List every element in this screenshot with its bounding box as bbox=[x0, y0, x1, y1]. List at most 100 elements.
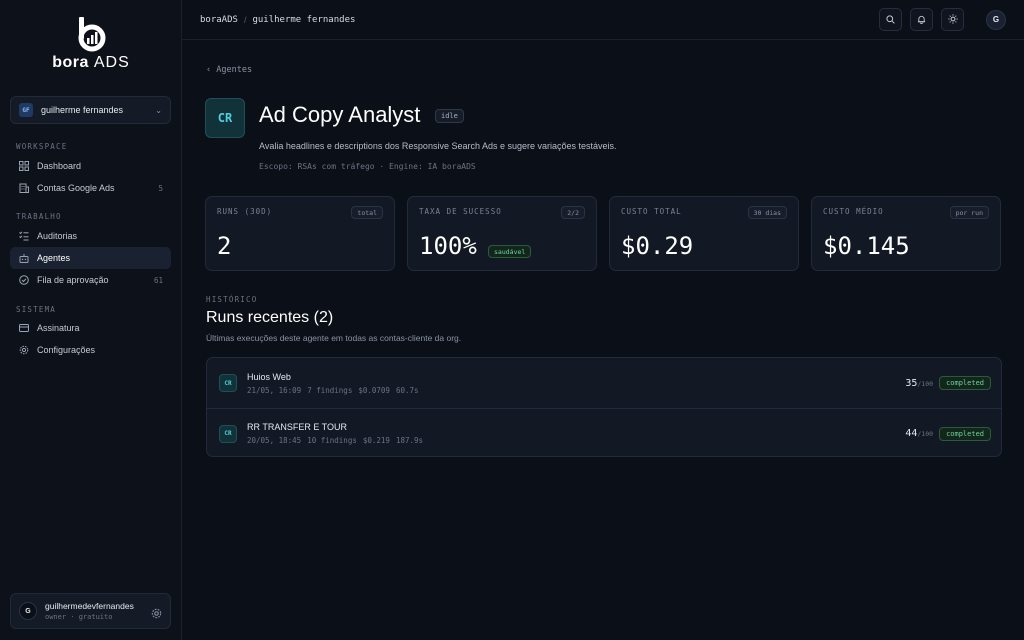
card-icon bbox=[18, 323, 29, 334]
run-findings: 10 findings bbox=[307, 436, 357, 445]
user-card[interactable]: G guilhermedevfernandes owner · gratuito bbox=[10, 593, 171, 629]
sidebar-item-fila-de-aprovacao[interactable]: Fila de aprovação 61 bbox=[10, 269, 171, 291]
stat-card-total-cost: CUSTO TOTAL 30 dias $0.29 bbox=[609, 196, 799, 271]
list-check-icon bbox=[18, 231, 29, 242]
stat-tag: 30 dias bbox=[747, 206, 787, 219]
agent-description: Avalia headlines e descriptions dos Resp… bbox=[259, 141, 617, 151]
sidebar-item-configuracoes[interactable]: Configurações bbox=[10, 339, 171, 361]
topbar-actions: G bbox=[871, 8, 1006, 31]
back-to-agents-link[interactable]: ‹ Agentes bbox=[206, 65, 252, 75]
chevron-down-icon: ⌄ bbox=[155, 105, 162, 115]
page-title: Ad Copy Analyst bbox=[259, 102, 421, 127]
notifications-button[interactable] bbox=[910, 8, 933, 31]
run-duration: 60.7s bbox=[395, 385, 419, 395]
user-name: guilhermedevfernandes bbox=[45, 601, 134, 611]
sidebar-item-dashboard[interactable]: Dashboard bbox=[10, 155, 171, 177]
sidebar-item-label: Assinatura bbox=[37, 323, 80, 333]
stat-value: 2 bbox=[217, 232, 232, 260]
sidebar-item-count: 5 bbox=[158, 183, 163, 193]
stat-tag: 2/2 bbox=[561, 206, 585, 219]
stat-card-success-rate: TAXA DE SUCESSO 2/2 100% saudável bbox=[407, 196, 597, 271]
sidebar-item-label: Agentes bbox=[37, 253, 71, 263]
stat-value: $0.29 bbox=[621, 232, 694, 260]
stat-value: 100% bbox=[419, 232, 477, 260]
sidebar: bora ADS GF guilherme fernandes ⌄ WORKSP… bbox=[0, 0, 182, 640]
bot-icon bbox=[18, 253, 29, 264]
settings-gear-icon[interactable] bbox=[151, 606, 162, 618]
sidebar-item-label: Dashboard bbox=[37, 161, 82, 171]
section-eyebrow: HISTÓRICO bbox=[206, 295, 258, 304]
org-avatar: GF bbox=[19, 103, 33, 117]
bell-icon bbox=[917, 11, 926, 29]
run-cost: $0.219 bbox=[362, 436, 390, 445]
sidebar-item-label: Configurações bbox=[37, 345, 96, 355]
run-date: 20/05, 18:45 bbox=[247, 436, 302, 445]
nav-section-trabalho: TRABALHO bbox=[16, 212, 62, 221]
brand-logo-text: bora ADS bbox=[52, 54, 130, 71]
grid-icon bbox=[18, 161, 29, 172]
run-meta: 21/05, 16:09 7 findings $0.0709 60.7s bbox=[247, 386, 905, 395]
health-badge: saudável bbox=[488, 245, 532, 258]
run-meta: 20/05, 18:45 10 findings $0.219 187.9s bbox=[247, 436, 905, 445]
run-date: 21/05, 16:09 bbox=[247, 385, 302, 395]
topbar: boraADS / guilherme fernandes G bbox=[182, 0, 1024, 40]
runs-list: CR Huios Web 21/05, 16:09 7 findings $0.07… bbox=[206, 357, 1002, 457]
section-subtitle: Últimas execuções deste agente em todas … bbox=[206, 333, 462, 343]
gear-icon bbox=[18, 345, 29, 356]
stat-tag: total bbox=[351, 206, 383, 219]
sidebar-item-auditorias[interactable]: Auditorias bbox=[10, 225, 171, 247]
stat-label: TAXA DE SUCESSO bbox=[419, 207, 502, 216]
section-title: Runs recentes (2) bbox=[206, 309, 334, 326]
run-info: Huios Web 21/05, 16:09 7 findings $0.0709 6… bbox=[247, 372, 905, 395]
run-badge: CR bbox=[219, 424, 237, 443]
search-icon bbox=[886, 11, 895, 29]
sidebar-item-agentes[interactable]: Agentes bbox=[10, 247, 171, 269]
run-score: 35/100 bbox=[905, 377, 934, 389]
brand-logo-mark-icon bbox=[78, 17, 106, 52]
run-duration: 187.9s bbox=[395, 436, 424, 445]
status-badge: idle bbox=[435, 109, 464, 123]
sidebar-item-count: 61 bbox=[153, 275, 163, 285]
agent-badge: CR bbox=[205, 98, 245, 138]
nav-section-sistema: SISTEMA bbox=[16, 305, 57, 314]
avatar[interactable]: G bbox=[986, 9, 1006, 30]
brand-logo[interactable]: bora ADS bbox=[0, 16, 182, 76]
run-name: RR TRANSFER E TOUR bbox=[247, 422, 348, 432]
run-info: RR TRANSFER E TOUR 20/05, 18:45 10 findin… bbox=[247, 422, 905, 445]
sidebar-item-label: Auditorias bbox=[37, 231, 78, 241]
stat-tag: por run bbox=[949, 206, 989, 219]
search-button[interactable] bbox=[879, 8, 902, 31]
user-info: guilhermedevfernandes owner · gratuito bbox=[45, 601, 151, 621]
run-row[interactable]: CR Huios Web 21/05, 16:09 7 findings $0.07… bbox=[207, 358, 1001, 408]
check-circle-icon bbox=[18, 275, 29, 286]
building-icon bbox=[18, 183, 29, 194]
sidebar-item-label: Contas Google Ads bbox=[37, 183, 115, 193]
agent-meta: Escopo: RSAs com tráfego · Engine: IA bo… bbox=[259, 162, 476, 171]
sidebar-item-contas-google-ads[interactable]: Contas Google Ads 5 bbox=[10, 177, 171, 199]
run-row[interactable]: CR RR TRANSFER E TOUR 20/05, 18:45 10 fin… bbox=[207, 408, 1001, 456]
sun-icon bbox=[947, 11, 958, 29]
nav-section-workspace: WORKSPACE bbox=[16, 142, 68, 151]
main-content: boraADS / guilherme fernandes G ‹ Agente… bbox=[182, 0, 1024, 640]
theme-toggle-button[interactable] bbox=[941, 8, 964, 31]
org-switcher[interactable]: GF guilherme fernandes ⌄ bbox=[10, 96, 171, 124]
run-findings: 7 findings bbox=[307, 385, 353, 395]
sidebar-item-label: Fila de aprovação bbox=[37, 275, 109, 285]
breadcrumb-org[interactable]: boraADS bbox=[200, 15, 238, 25]
avatar: G bbox=[19, 602, 37, 620]
run-badge: CR bbox=[219, 374, 237, 392]
stat-card-average-cost: CUSTO MÉDIO por run $0.145 bbox=[811, 196, 1001, 271]
stat-card-runs: RUNS (30D) total 2 bbox=[205, 196, 395, 271]
breadcrumb-workspace[interactable]: guilherme fernandes bbox=[252, 15, 355, 25]
run-score: 44/100 bbox=[905, 428, 934, 439]
run-status-badge: completed bbox=[939, 426, 991, 441]
app-shell: bora ADS GF guilherme fernandes ⌄ WORKSP… bbox=[0, 0, 1024, 640]
run-status-badge: completed bbox=[939, 376, 991, 390]
user-role: owner · gratuito bbox=[45, 613, 113, 621]
run-name: Huios Web bbox=[247, 371, 291, 382]
org-name: guilherme fernandes bbox=[41, 105, 124, 115]
stat-value: $0.145 bbox=[823, 232, 910, 260]
run-cost: $0.0709 bbox=[358, 385, 390, 395]
breadcrumb-separator: / bbox=[243, 14, 247, 25]
sidebar-item-assinatura[interactable]: Assinatura bbox=[10, 317, 171, 339]
